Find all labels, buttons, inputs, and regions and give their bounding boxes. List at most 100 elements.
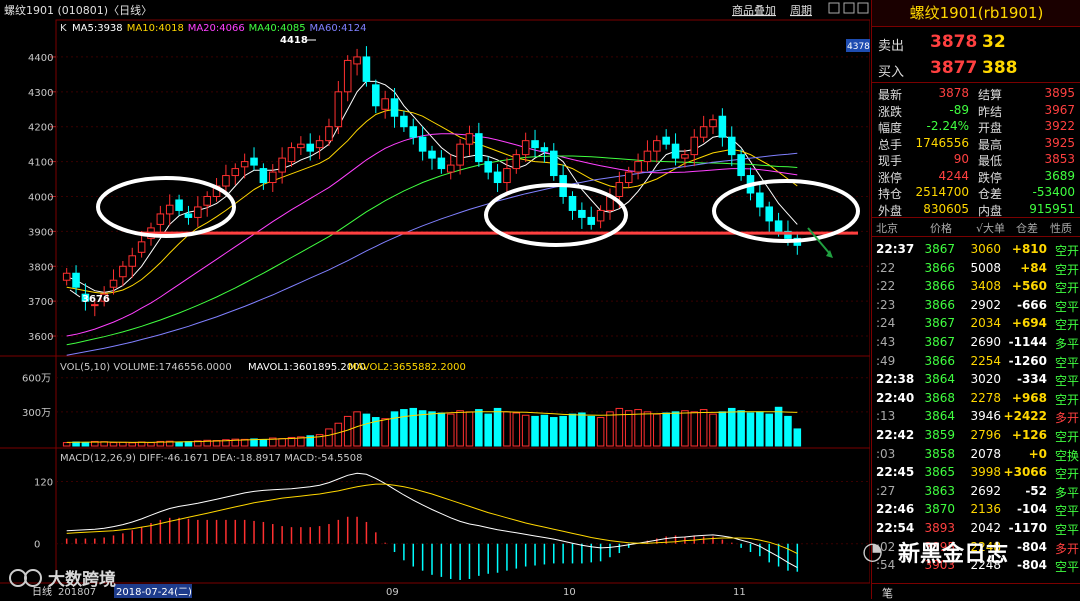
- sell-label: 卖出: [878, 39, 905, 54]
- stat-label: 总手: [878, 137, 903, 152]
- candle: [362, 56, 371, 82]
- volume-bar: [784, 415, 792, 447]
- tick-volume: 5008: [970, 260, 1001, 275]
- candle: [306, 143, 315, 152]
- tick-row[interactable]: :49 3866 2254 -1260 空平: [872, 352, 1080, 370]
- tick-volume: 2796: [970, 428, 1001, 442]
- tick-row[interactable]: :23 3866 2902 -666 空平: [872, 296, 1080, 314]
- stat-label: 内盘: [978, 203, 1003, 218]
- candle: [568, 195, 577, 211]
- volume-bar: [718, 411, 727, 447]
- volume-bar: [503, 411, 511, 447]
- volume-bar: [128, 442, 137, 447]
- tick-oi-change: -804: [1016, 539, 1047, 554]
- stat-label: 涨停: [878, 170, 903, 185]
- candle: [484, 161, 492, 173]
- candle: [756, 192, 764, 208]
- stat-value: 1746556: [915, 135, 969, 150]
- stat-row: 最新 3878 结算 3895: [872, 85, 1080, 102]
- tick-row[interactable]: :27 3863 2692 -52 多平: [872, 482, 1080, 500]
- stat-row: 涨跌 -89 昨结 3967: [872, 102, 1080, 119]
- volume-bar: [756, 411, 764, 447]
- kline-chart[interactable]: 螺纹1901 (010801)〈日线〉 商品叠加 周期 K MA5:3938 MA1…: [0, 0, 870, 599]
- tick-nature: 空平: [1054, 560, 1079, 575]
- tick-row[interactable]: 22:38 3864 3020 -334 空平: [872, 370, 1080, 388]
- period-link[interactable]: 周期: [790, 4, 812, 17]
- tick-nature: 空平: [1054, 374, 1079, 389]
- volume-bar: [774, 406, 783, 447]
- volume-bar: [653, 413, 661, 447]
- candle: [372, 84, 380, 107]
- stat-label: 开盘: [978, 121, 1003, 135]
- tick-nature: 空开: [1054, 430, 1079, 444]
- candle: [250, 157, 258, 166]
- stat-value: -53400: [1032, 185, 1075, 199]
- wechat-icon: ◔: [862, 537, 883, 565]
- stat-value: 3967: [1044, 102, 1075, 117]
- stat-label: 最新: [878, 88, 903, 102]
- tick-nature: 空平: [1054, 299, 1079, 314]
- tick-nature: 空开: [1054, 262, 1079, 277]
- candle: [774, 220, 783, 232]
- volume-bar: [446, 413, 455, 447]
- volume-bar: [428, 411, 436, 447]
- tick-volume: 2690: [970, 335, 1001, 349]
- tick-nature: 空平: [1054, 355, 1079, 370]
- tick-row[interactable]: 22:45 3865 3998 +3066 空开: [872, 463, 1080, 481]
- tick-time: 22:38: [876, 372, 915, 387]
- volume-bar: [81, 442, 90, 447]
- sell-price: 3878: [930, 32, 978, 52]
- tick-price: 3866: [924, 353, 955, 368]
- tick-row[interactable]: 22:37 3867 3060 +810 空开: [872, 240, 1080, 258]
- volume-bar: [456, 410, 464, 447]
- tick-oi-change: +0: [1028, 446, 1047, 461]
- volume-bar: [615, 407, 624, 447]
- tick-nature: 空平: [1054, 504, 1079, 519]
- tick-row[interactable]: :13 3864 3946 +2422 多开: [872, 407, 1080, 425]
- candle: [596, 209, 605, 222]
- candle: [475, 133, 483, 163]
- candle: [671, 143, 680, 159]
- volume-bar: [493, 407, 502, 447]
- tick-nature: 空开: [1054, 467, 1079, 482]
- volume-bar: [568, 413, 577, 447]
- candle: [343, 59, 352, 93]
- volume-bar: [119, 441, 127, 447]
- stat-label: 仓差: [978, 187, 1003, 201]
- tick-volume: 2902: [970, 297, 1001, 312]
- tick-row[interactable]: :22 3866 5008 +84 空开: [872, 259, 1080, 277]
- stat-value: -89: [949, 102, 969, 117]
- tick-row[interactable]: 22:40 3868 2278 +968 空开: [872, 389, 1080, 407]
- sell-row: 卖出 3878 32: [872, 30, 1080, 56]
- tick-price: 3864: [924, 409, 955, 424]
- volume-bar: [521, 414, 530, 447]
- tick-row[interactable]: :24 3867 2034 +694 空开: [872, 314, 1080, 332]
- overlay-link[interactable]: 商品叠加: [732, 3, 776, 17]
- candle: [287, 147, 296, 163]
- tick-row[interactable]: 22:54 3893 2042 -1170 空平: [872, 519, 1080, 537]
- volume-bar: [727, 407, 736, 447]
- candle: [465, 133, 474, 145]
- tick-volume: 2042: [970, 521, 1001, 535]
- volume-bar: [793, 428, 802, 447]
- candle: [653, 140, 661, 152]
- candle: [278, 157, 286, 173]
- low-label: 3676: [82, 294, 110, 305]
- tick-row[interactable]: 22:42 3859 2796 +126 空开: [872, 426, 1080, 444]
- ma-legend-item: MA10:4018: [127, 23, 184, 34]
- tick-row[interactable]: 22:46 3870 2136 -104 空平: [872, 500, 1080, 518]
- stat-value: 3895: [1044, 86, 1075, 100]
- ticks-header-cell: 仓差: [1016, 222, 1038, 235]
- x-axis: 日线 201807 2018-07-24(二) 09 10 11: [0, 582, 870, 599]
- stat-value: 830605: [923, 201, 969, 216]
- buy-price: 3877: [930, 58, 978, 78]
- tick-row[interactable]: :43 3867 2690 -1144 多平: [872, 333, 1080, 351]
- volume-bar: [409, 407, 418, 447]
- stat-value: 3853: [1044, 152, 1075, 166]
- candle: [540, 147, 549, 152]
- tick-row[interactable]: :03 3858 2078 +0 空换: [872, 445, 1080, 463]
- tick-row[interactable]: :22 3866 3408 +560 空开: [872, 277, 1080, 295]
- stat-label: 幅度: [878, 121, 903, 135]
- bottom-tab[interactable]: 笔: [872, 583, 1080, 600]
- candle: [165, 204, 174, 215]
